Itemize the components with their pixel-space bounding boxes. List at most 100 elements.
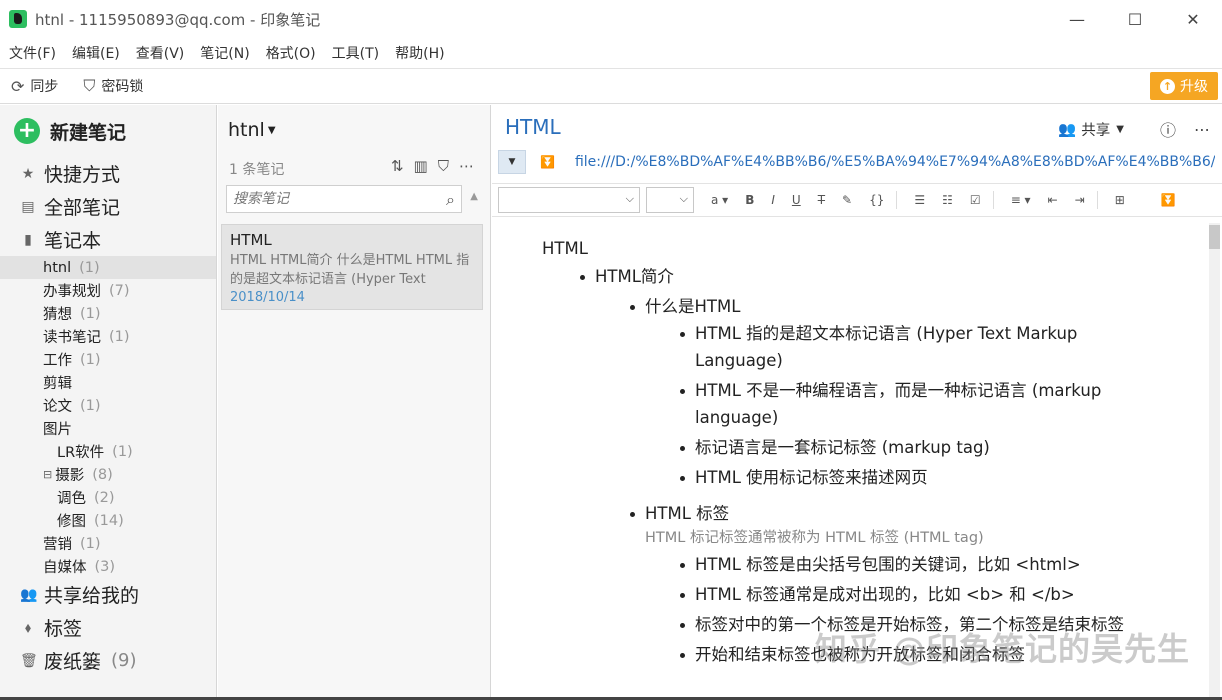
strikethrough-icon[interactable]: T xyxy=(818,193,825,207)
notebook-title-dropdown[interactable]: htnl ▼ xyxy=(228,119,276,141)
align-icon[interactable]: ≡ ▾ xyxy=(1011,193,1031,207)
menu-file[interactable]: 文件(F) xyxy=(9,43,56,63)
note-card[interactable]: HTML HTML HTML简介 什么是HTML HTML 指的是超文本标记语言… xyxy=(221,224,483,310)
notes-icon: ▤ xyxy=(21,198,35,215)
notebook-item[interactable]: 工作 (1) xyxy=(0,348,216,371)
notebook-item[interactable]: 猜想 (1) xyxy=(0,302,216,325)
sidebar-item-all-notes[interactable]: ▤ 全部笔记 xyxy=(0,190,216,223)
code-block-icon[interactable]: {} xyxy=(869,193,884,207)
search-box[interactable]: ⌕ xyxy=(226,185,462,213)
indent-icon[interactable]: ⇥ xyxy=(1075,193,1085,207)
share-button[interactable]: 👥 共享 ▼ xyxy=(1058,119,1124,140)
notebook-item[interactable]: 读书笔记 (1) xyxy=(0,325,216,348)
scrollbar-thumb[interactable] xyxy=(1209,225,1220,249)
watermark: 知乎 @印象笔记的吴先生 xyxy=(814,630,1190,668)
sidebar-item-notebooks[interactable]: ▮ 笔记本 xyxy=(0,223,216,256)
notebook-item[interactable]: 图片 xyxy=(0,417,216,440)
close-button[interactable]: ✕ xyxy=(1164,0,1222,38)
chevron-down-icon: ⌵ xyxy=(679,192,688,205)
list-item: HTML 指的是超文本标记语言 (Hyper Text Markup Langu… xyxy=(680,320,1135,374)
notebook-name: 工作 xyxy=(43,353,72,369)
search-icon[interactable]: ⌕ xyxy=(446,190,455,210)
menu-bar: 文件(F) 编辑(E) 查看(V) 笔记(N) 格式(O) 工具(T) 帮助(H… xyxy=(0,38,1222,68)
scroll-up-icon[interactable]: ▲ xyxy=(470,191,478,202)
info-icon[interactable]: ⓘ xyxy=(1160,117,1176,141)
more-icon[interactable]: ⋯ xyxy=(459,157,474,175)
numbered-list-icon[interactable]: ☷ xyxy=(942,193,953,207)
underline-icon[interactable]: U xyxy=(792,193,801,207)
notebook-item[interactable]: 营销 (1) xyxy=(0,532,216,555)
view-options-icon[interactable]: ▥ xyxy=(414,157,428,175)
sidebar-item-trash[interactable]: 🗑 废纸篓 (9) xyxy=(0,644,216,677)
notebook-item[interactable]: 修图 (14) xyxy=(0,509,216,532)
password-lock-button[interactable]: ⛉ 密码锁 xyxy=(83,76,143,96)
upgrade-label: 升级 xyxy=(1180,79,1208,95)
trash-label: 废纸篓 xyxy=(44,651,102,673)
notebook-count: (1) xyxy=(80,397,101,414)
shared-label: 共享给我的 xyxy=(44,585,140,607)
notebook-share-icon[interactable]: ⛉ xyxy=(438,157,449,175)
editor-actions: 👥 共享 ▼ ⓘ ⋯ xyxy=(1058,117,1210,141)
sort-icon[interactable]: ⇅ xyxy=(391,157,404,175)
notebook-name: 修图 xyxy=(57,514,86,530)
highlight-icon[interactable]: ✎ xyxy=(842,193,852,207)
more-icon[interactable]: ⋯ xyxy=(1194,120,1210,139)
list-item: HTML 标签是由尖括号包围的关键词，比如 <html> xyxy=(680,551,1182,578)
font-size-select[interactable]: ⌵ xyxy=(646,187,694,213)
menu-format[interactable]: 格式(O) xyxy=(266,43,316,63)
sidebar-item-shortcuts[interactable]: ★ 快捷方式 xyxy=(0,157,216,190)
note-content[interactable]: HTML HTML简介 什么是HTML HTML 指的是超文本标记语言 (Hyp… xyxy=(542,239,1182,668)
new-note-button[interactable]: + 新建笔记 xyxy=(0,105,216,157)
font-family-select[interactable]: ⌵ xyxy=(498,187,640,213)
arrow-up-icon: ↑ xyxy=(1160,78,1175,94)
notebook-item[interactable]: 剪辑 xyxy=(0,371,216,394)
bullet-list-icon[interactable]: ☰ xyxy=(914,193,925,207)
toolbar-divider xyxy=(896,191,898,209)
list-item: HTML简介 xyxy=(580,263,1182,290)
notebook-item[interactable]: LR软件 (1) xyxy=(0,440,216,463)
notebook-item[interactable]: 自媒体 (3) xyxy=(0,555,216,578)
search-input[interactable] xyxy=(227,191,427,207)
list-item: HTML 标签 xyxy=(630,500,1182,527)
text-color-icon[interactable]: a ▾ xyxy=(711,193,728,207)
minimize-button[interactable]: — xyxy=(1048,0,1106,38)
editor-scrollbar[interactable] xyxy=(1209,223,1220,700)
menu-note[interactable]: 笔记(N) xyxy=(200,43,249,63)
menu-edit[interactable]: 编辑(E) xyxy=(72,43,120,63)
new-note-label: 新建笔记 xyxy=(50,121,127,144)
notebook-count: (8) xyxy=(92,466,113,483)
notebook-item[interactable]: ⊟ 摄影 (8) xyxy=(0,463,216,486)
notebook-icon: ▮ xyxy=(24,231,32,248)
notebooks-label: 笔记本 xyxy=(44,230,102,252)
sync-button[interactable]: ⟳ 同步 xyxy=(11,76,58,96)
url-dropdown-button[interactable]: ▼ xyxy=(498,150,526,174)
note-title[interactable]: HTML xyxy=(505,115,561,139)
notebook-name: 摄影 xyxy=(55,468,85,484)
menu-tools[interactable]: 工具(T) xyxy=(332,43,379,63)
bold-icon[interactable]: B xyxy=(745,193,754,207)
notebook-item[interactable]: 论文 (1) xyxy=(0,394,216,417)
trash-icon: 🗑 xyxy=(20,652,38,669)
sidebar-item-tags[interactable]: ⬧ 标签 xyxy=(0,611,216,644)
password-lock-label: 密码锁 xyxy=(101,79,144,95)
checkbox-icon[interactable]: ☑ xyxy=(970,193,981,207)
menu-help[interactable]: 帮助(H) xyxy=(395,43,444,63)
upgrade-button[interactable]: ↑ 升级 xyxy=(1150,72,1218,100)
source-url-row: ▼ ⏬ file:///D:/%E8%BD%AF%E4%BB%B6/%E5%BA… xyxy=(498,149,1218,175)
maximize-button[interactable]: ☐ xyxy=(1106,0,1164,38)
collapse-icon[interactable]: ⊟ xyxy=(43,468,52,481)
sidebar-item-shared[interactable]: 👥 共享给我的 xyxy=(0,578,216,611)
expand-icon[interactable]: ⏬ xyxy=(540,155,555,169)
toolbar-divider xyxy=(992,191,994,209)
shield-icon: ⛉ xyxy=(83,76,96,95)
note-card-date: 2018/10/14 xyxy=(230,290,305,305)
notebook-item[interactable]: 办事规划 (7) xyxy=(0,279,216,302)
notebook-item[interactable]: 调色 (2) xyxy=(0,486,216,509)
outdent-icon[interactable]: ⇤ xyxy=(1048,193,1058,207)
source-url[interactable]: file:///D:/%E8%BD%AF%E4%BB%B6/%E5%BA%94%… xyxy=(575,154,1215,170)
italic-icon[interactable]: I xyxy=(771,193,775,207)
table-icon[interactable]: ⊞ xyxy=(1115,193,1125,207)
notebook-item-htnl[interactable]: htnl (1) xyxy=(0,256,216,279)
menu-view[interactable]: 查看(V) xyxy=(136,43,185,63)
more-format-icon[interactable]: ⏬ xyxy=(1161,193,1176,207)
